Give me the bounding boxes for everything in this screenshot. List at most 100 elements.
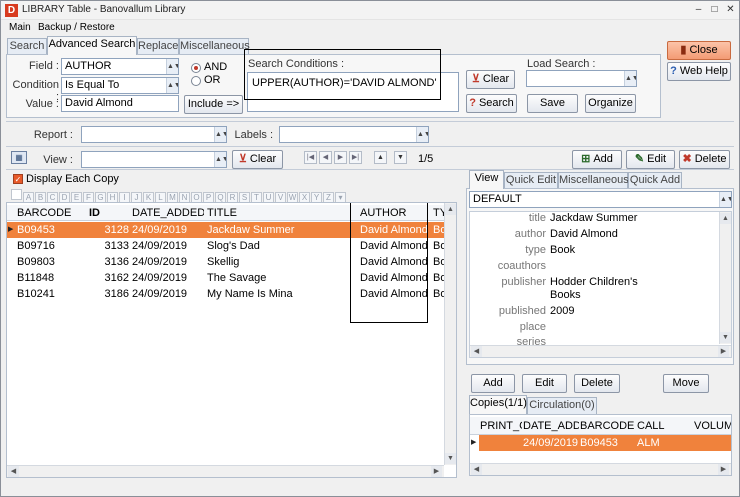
highlight-box-conditions — [244, 49, 441, 100]
search-button[interactable]: ? Search — [466, 94, 517, 113]
close-button[interactable]: ▮ Close — [667, 41, 731, 60]
delete-copy-button[interactable]: Delete — [574, 374, 620, 393]
minimize-button[interactable]: – — [691, 3, 706, 17]
scroll-left-icon[interactable]: ◀ — [8, 466, 19, 477]
edit-record-button[interactable]: ✎ Edit — [626, 150, 675, 169]
load-search-label: Load Search : — [527, 58, 596, 70]
move-copy-button[interactable]: Move — [663, 374, 709, 393]
first-record-icon[interactable]: |◀ — [304, 151, 317, 164]
tab-right-miscellaneous[interactable]: Miscellaneous — [558, 172, 629, 189]
report-select[interactable]: ▲▼ — [81, 126, 227, 143]
column-header[interactable]: TITLE — [207, 205, 347, 221]
tab-replace[interactable]: Replace — [137, 38, 179, 55]
row-pointer-icon: ▶ — [8, 226, 14, 233]
scroll-up-icon[interactable]: ▲ — [720, 213, 731, 224]
add-copy-button[interactable]: Add — [471, 374, 515, 393]
clear-view-button[interactable]: ⊻ Clear — [232, 150, 283, 169]
copies-horizontal-scrollbar[interactable]: ◀ ▶ — [470, 463, 731, 475]
close-window-button[interactable]: ✕ — [723, 3, 738, 17]
tab-quick-edit[interactable]: Quick Edit — [504, 172, 558, 189]
column-header[interactable]: BARCODE — [580, 417, 636, 435]
horizontal-scrollbar[interactable]: ◀ ▶ — [7, 465, 444, 477]
search-icon: ? — [469, 97, 476, 109]
record-horizontal-scrollbar[interactable]: ◀ ▶ — [470, 345, 731, 357]
results-table: BARCODE ID DATE_ADDED TITLE AUTHOR TY ▶ … — [6, 202, 457, 478]
menu-item-main[interactable]: Main — [9, 22, 31, 33]
scroll-right-icon[interactable]: ▶ — [718, 464, 729, 475]
app-logo-icon: D — [5, 4, 18, 17]
column-header[interactable]: CALL — [637, 417, 693, 435]
copies-table: PRINT_C DATE_ADDI BARCODE CALL VOLUMI ▶ … — [469, 414, 732, 476]
tab-search[interactable]: Search — [7, 38, 47, 55]
include-button[interactable]: Include => — [184, 95, 243, 114]
view-layout-select[interactable]: DEFAULT▲▼ — [469, 191, 732, 208]
field-label: Field : — [29, 60, 59, 72]
cell-date: 24/09/2019 — [523, 437, 579, 449]
cell-title: Skellig — [207, 256, 240, 268]
tab-quick-add[interactable]: Quick Add — [628, 172, 682, 189]
copies-header: PRINT_C DATE_ADDI BARCODE CALL VOLUMI — [470, 417, 731, 435]
web-help-button[interactable]: ? Web Help — [667, 62, 731, 81]
or-label: OR — [204, 74, 221, 86]
divider — [6, 121, 734, 122]
column-header[interactable]: DATE_ADDI — [523, 417, 579, 435]
scroll-right-icon[interactable]: ▶ — [431, 466, 442, 477]
title-bar: D LIBRARY Table - Banovallum Library – □… — [1, 1, 739, 20]
column-header[interactable]: DATE_ADDED — [132, 205, 204, 221]
condition-select[interactable]: Is Equal To▲▼ — [61, 77, 179, 94]
scroll-up-icon[interactable]: ▲ — [445, 204, 456, 215]
tab-view[interactable]: View — [469, 170, 504, 189]
column-header[interactable]: PRINT_C — [480, 417, 522, 435]
vertical-scrollbar[interactable]: ▲ ▼ — [444, 203, 456, 465]
labels-label: Labels : — [234, 129, 273, 141]
field-select[interactable]: AUTHOR▲▼ — [61, 58, 179, 75]
cell-id: 3186 — [104, 288, 129, 300]
cell-id: 3128 — [104, 224, 129, 236]
edit-copy-button[interactable]: Edit — [522, 374, 567, 393]
prev-record-icon[interactable]: ◀ — [319, 151, 332, 164]
scroll-down-icon[interactable]: ▼ — [720, 332, 731, 343]
alphabet-checkbox[interactable] — [11, 189, 22, 200]
organize-button[interactable]: Organize — [585, 94, 636, 113]
cell-date: 24/09/2019 — [132, 288, 188, 300]
copies-row[interactable]: ▶ 24/09/2019 B09453 ALM — [470, 435, 731, 451]
cell-barcode: B11848 — [17, 272, 55, 284]
edit-icon: ✎ — [634, 153, 645, 165]
display-each-copy-checkbox[interactable]: ✓ — [13, 174, 23, 184]
clear-search-button[interactable]: ⊻ Clear — [466, 70, 515, 89]
view-label: View : — [43, 154, 73, 166]
column-header[interactable]: VOLUMI — [694, 417, 731, 435]
scroll-left-icon[interactable]: ◀ — [471, 346, 482, 357]
tab-miscellaneous[interactable]: Miscellaneous — [179, 38, 250, 55]
cell-title: The Savage — [207, 272, 267, 284]
tab-copies[interactable]: Copies(1/1) — [469, 395, 527, 414]
value-input[interactable]: David Almond — [61, 95, 179, 112]
or-radio[interactable] — [191, 76, 201, 86]
menu-item-backup-restore[interactable]: Backup / Restore — [38, 22, 115, 33]
record-vertical-scrollbar[interactable]: ▲ ▼ — [719, 212, 731, 344]
maximize-button[interactable]: □ — [707, 3, 722, 17]
column-header[interactable]: BARCODE — [17, 205, 87, 221]
scroll-right-icon[interactable]: ▶ — [718, 346, 729, 357]
scroll-left-icon[interactable]: ◀ — [471, 464, 482, 475]
move-down-icon[interactable]: ▼ — [394, 151, 407, 164]
view-select[interactable]: ▲▼ — [81, 151, 227, 168]
next-record-icon[interactable]: ▶ — [334, 151, 347, 164]
labels-select[interactable]: ▲▼ — [279, 126, 429, 143]
add-record-button[interactable]: ⊞ Add — [572, 150, 622, 169]
save-search-button[interactable]: Save — [527, 94, 578, 113]
column-header[interactable]: ID — [89, 205, 129, 221]
cell-title: Jackdaw Summer — [207, 224, 295, 236]
move-up-icon[interactable]: ▲ — [374, 151, 387, 164]
grid-view-icon[interactable]: ▦ — [11, 151, 27, 164]
scroll-down-icon[interactable]: ▼ — [445, 453, 456, 464]
tab-advanced-search[interactable]: Advanced Search — [47, 36, 137, 55]
menu-bar: Main Backup / Restore — [1, 20, 739, 36]
and-radio[interactable] — [191, 63, 201, 73]
load-search-select[interactable]: ▲▼ — [526, 70, 637, 87]
dropdown-arrow-icon: ▲▼ — [166, 78, 178, 93]
delete-record-button[interactable]: ✖ Delete — [679, 150, 730, 169]
last-record-icon[interactable]: ▶| — [349, 151, 362, 164]
door-icon: ▮ — [680, 44, 687, 56]
tab-circulation[interactable]: Circulation(0) — [527, 397, 597, 414]
